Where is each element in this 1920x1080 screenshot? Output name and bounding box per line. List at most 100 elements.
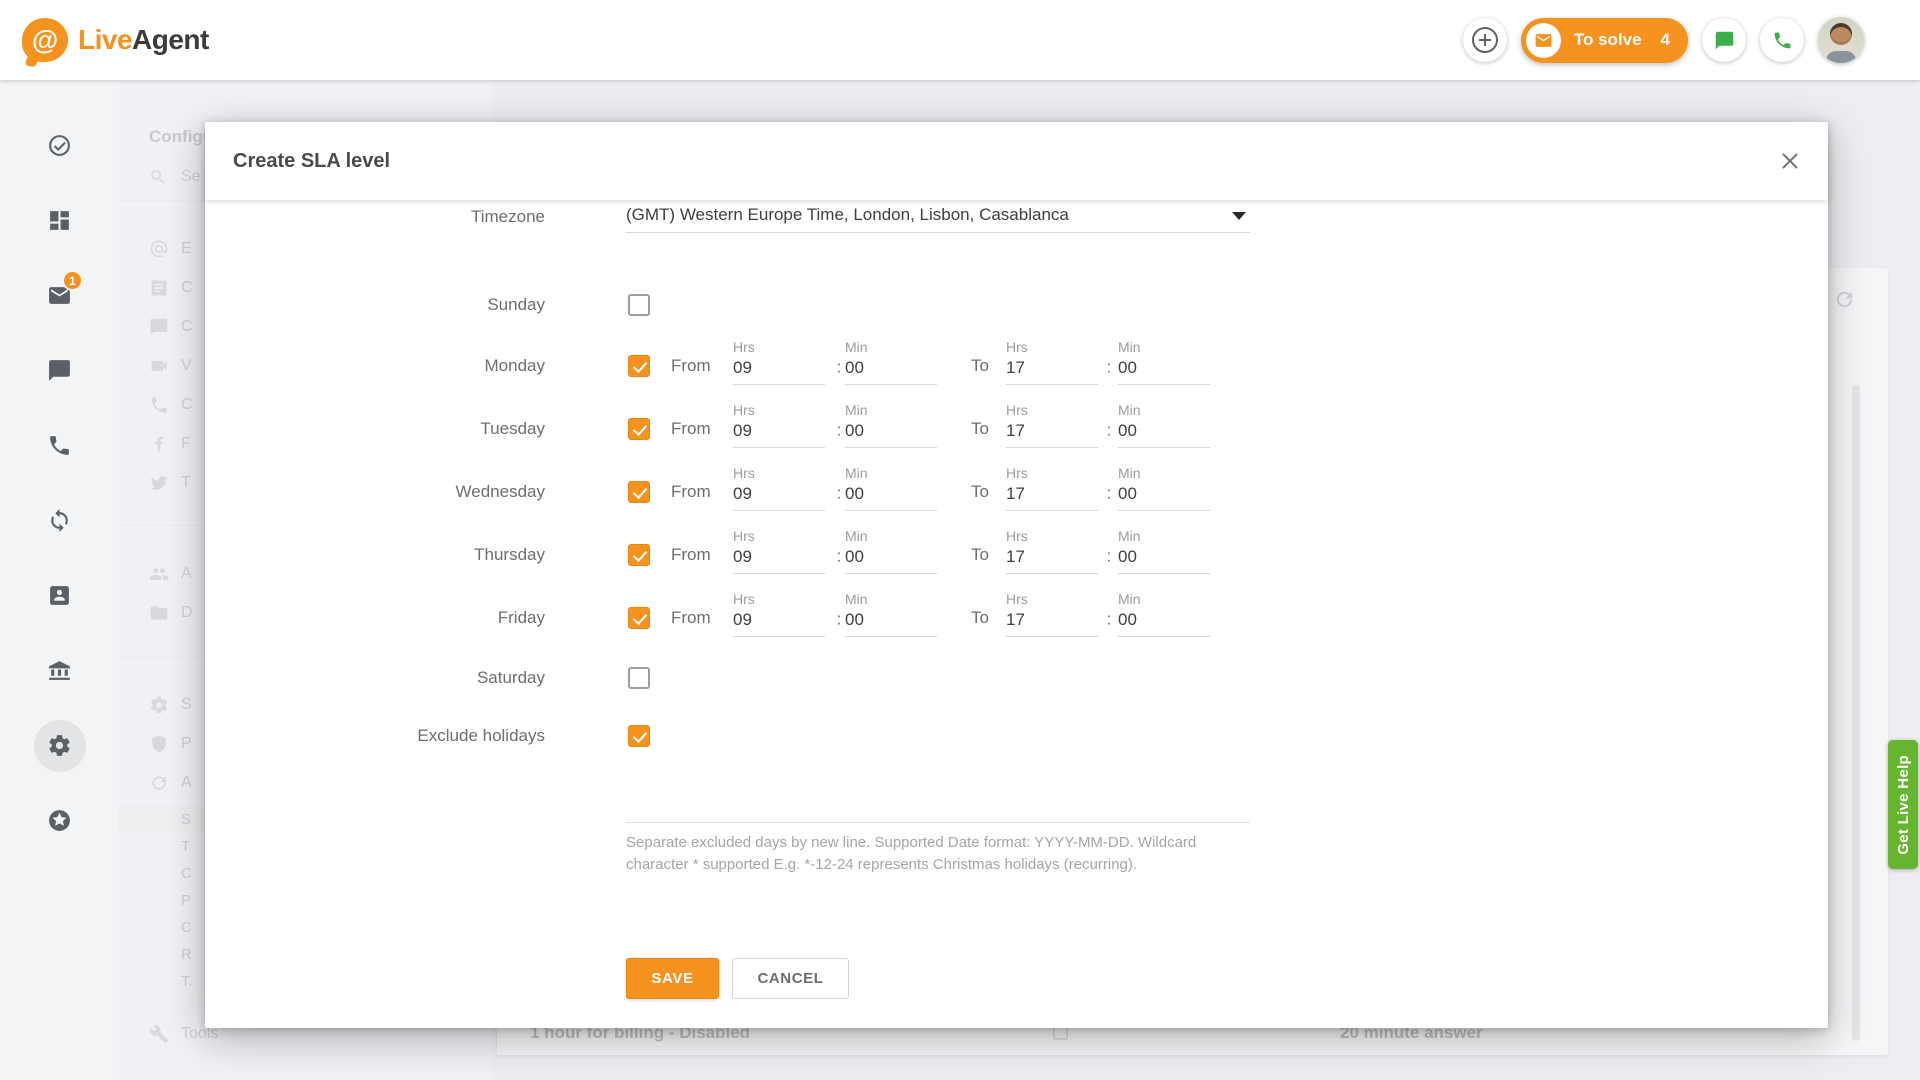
to-minutes-input[interactable]: 00 [1118,356,1210,385]
rail-item-mail[interactable]: 1 [22,258,97,333]
min-label: Min [1118,591,1210,608]
star-icon [47,808,72,833]
plus-icon [1472,27,1498,53]
user-avatar[interactable] [1818,17,1864,63]
hrs-label: Hrs [1006,591,1098,608]
colon-separator: : [833,546,845,566]
day-checkbox[interactable] [628,294,650,316]
timezone-label: Timezone [205,207,545,227]
day-checkbox[interactable] [628,544,650,566]
exclude-holidays-checkbox[interactable] [628,725,650,747]
excluded-days-textarea[interactable] [626,760,1250,823]
sla-day-row: Wednesday From Hrs09 : Min00 To Hrs17 : … [205,460,1828,523]
rail-item-check-circle[interactable] [22,108,97,183]
unread-badge: 1 [62,270,83,291]
sla-day-row: Tuesday From Hrs09 : Min00 To Hrs17 : Mi… [205,397,1828,460]
get-live-help-label: Get Live Help [1895,755,1912,855]
colon-separator: : [1103,546,1115,566]
to-minutes-input[interactable]: 00 [1118,608,1210,637]
rail-item-sync[interactable] [22,483,97,558]
rail-item-phone[interactable] [22,408,97,483]
colon-separator: : [833,483,845,503]
phone-icon [47,433,72,458]
min-label: Min [1118,402,1210,419]
sla-day-row: Sunday [205,276,1828,334]
from-hours-input[interactable]: 09 [733,356,825,385]
to-minutes-input[interactable]: 00 [1118,482,1210,511]
from-label: From [671,545,711,565]
from-hours-input[interactable]: 09 [733,482,825,511]
save-button[interactable]: SAVE [626,958,719,999]
add-new-button[interactable] [1463,18,1507,62]
to-hours-input[interactable]: 17 [1006,608,1098,637]
colon-separator: : [1103,357,1115,377]
rail-item-contacts[interactable] [22,558,97,633]
to-hours-input[interactable]: 17 [1006,419,1098,448]
to-hours-input[interactable]: 17 [1006,356,1098,385]
get-live-help-tab[interactable]: Get Live Help [1888,740,1918,869]
contacts-icon [47,583,72,608]
logo-text: LiveAgent [78,24,209,56]
sla-day-row: Friday From Hrs09 : Min00 To Hrs17 : Min… [205,586,1828,649]
from-hours-input[interactable]: 09 [733,419,825,448]
day-checkbox[interactable] [628,418,650,440]
dashboard-icon [47,208,72,233]
hrs-label: Hrs [733,339,825,356]
sync-icon [47,508,72,533]
day-checkbox[interactable] [628,667,650,689]
rail-item-star[interactable] [22,783,97,858]
rail-item-dashboard[interactable] [22,183,97,258]
excluded-days-hint: Separate excluded days by new line. Supp… [626,832,1206,876]
min-label: Min [1118,528,1210,545]
colon-separator: : [1103,420,1115,440]
hrs-label: Hrs [733,528,825,545]
rail-item-gear[interactable] [22,708,97,783]
from-hours-input[interactable]: 09 [733,608,825,637]
chat-icon [1714,30,1735,51]
colon-separator: : [833,609,845,629]
min-label: Min [845,402,937,419]
chats-button[interactable] [1702,18,1746,62]
min-label: Min [845,591,937,608]
close-icon[interactable] [1779,150,1801,172]
from-minutes-input[interactable]: 00 [845,608,937,637]
rail-item-chat[interactable] [22,333,97,408]
to-label: To [971,482,989,502]
to-minutes-input[interactable]: 00 [1118,545,1210,574]
gear-icon [47,733,72,758]
from-label: From [671,356,711,376]
day-checkbox[interactable] [628,355,650,377]
to-hours-input[interactable]: 17 [1006,545,1098,574]
from-minutes-input[interactable]: 00 [845,545,937,574]
day-label: Tuesday [205,419,545,439]
hrs-label: Hrs [733,465,825,482]
from-minutes-input[interactable]: 00 [845,356,937,385]
modal-title: Create SLA level [233,150,390,173]
colon-separator: : [1103,609,1115,629]
schedule-days: Sunday Monday From Hrs09 : Min00 To Hrs1… [205,276,1828,765]
day-checkbox[interactable] [628,481,650,503]
to-solve-button[interactable]: To solve 4 [1521,18,1688,63]
exclude-holidays-row: Exclude holidays [205,707,1828,765]
create-sla-level-modal: Create SLA level Timezone (GMT) Western … [205,122,1828,1028]
hrs-label: Hrs [1006,402,1098,419]
cancel-button[interactable]: CANCEL [732,958,849,999]
rail-item-bank[interactable] [22,633,97,708]
from-hours-input[interactable]: 09 [733,545,825,574]
timezone-select[interactable]: (GMT) Western Europe Time, London, Lisbo… [626,200,1250,233]
min-label: Min [845,339,937,356]
timezone-row: Timezone (GMT) Western Europe Time, Lond… [205,200,1828,236]
from-minutes-input[interactable]: 00 [845,419,937,448]
liveagent-logo[interactable]: @ LiveAgent [22,18,209,62]
calls-button[interactable] [1760,18,1804,62]
min-label: Min [845,528,937,545]
to-hours-input[interactable]: 17 [1006,482,1098,511]
to-minutes-input[interactable]: 00 [1118,419,1210,448]
from-label: From [671,419,711,439]
from-minutes-input[interactable]: 00 [845,482,937,511]
colon-separator: : [833,357,845,377]
from-label: From [671,482,711,502]
from-label: From [671,608,711,628]
day-checkbox[interactable] [628,607,650,629]
day-label: Friday [205,608,545,628]
